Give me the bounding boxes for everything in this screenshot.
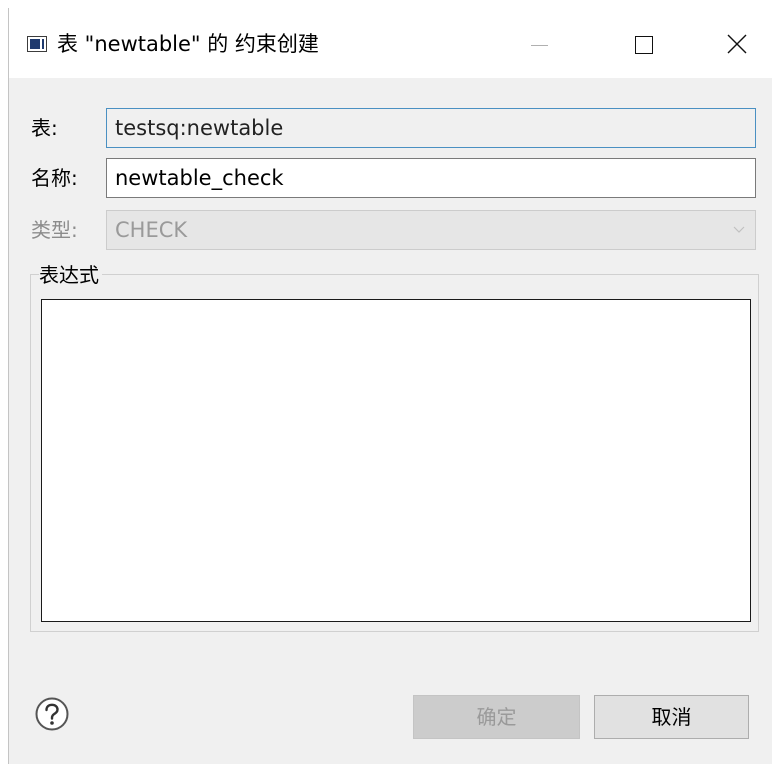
maximize-icon bbox=[635, 36, 653, 54]
app-window-icon bbox=[27, 36, 47, 52]
name-label: 名称: bbox=[31, 166, 78, 190]
close-button[interactable] bbox=[715, 24, 759, 64]
table-label: 表: bbox=[31, 116, 58, 140]
minimize-icon bbox=[531, 45, 548, 46]
window-title: 表 "newtable" 的 约束创建 bbox=[57, 32, 319, 56]
minimize-button[interactable] bbox=[517, 24, 561, 64]
type-select-value: CHECK bbox=[115, 218, 188, 242]
cancel-button[interactable]: 取消 bbox=[594, 695, 749, 739]
table-field[interactable]: testsq:newtable bbox=[106, 108, 756, 148]
title-bar[interactable]: 表 "newtable" 的 约束创建 bbox=[9, 8, 772, 78]
type-select[interactable]: CHECK bbox=[106, 210, 756, 250]
chevron-down-icon bbox=[733, 226, 745, 233]
ok-button[interactable]: 确定 bbox=[413, 695, 580, 739]
expression-group-label: 表达式 bbox=[39, 262, 102, 288]
maximize-button[interactable] bbox=[621, 24, 665, 64]
type-label: 类型: bbox=[31, 218, 78, 242]
name-input[interactable]: newtable_check bbox=[106, 158, 756, 198]
expression-textarea[interactable] bbox=[41, 299, 751, 622]
close-icon bbox=[727, 34, 747, 54]
help-icon[interactable] bbox=[34, 696, 70, 732]
constraint-dialog: 表 "newtable" 的 约束创建 表: testsq:newtable 名… bbox=[8, 8, 772, 764]
